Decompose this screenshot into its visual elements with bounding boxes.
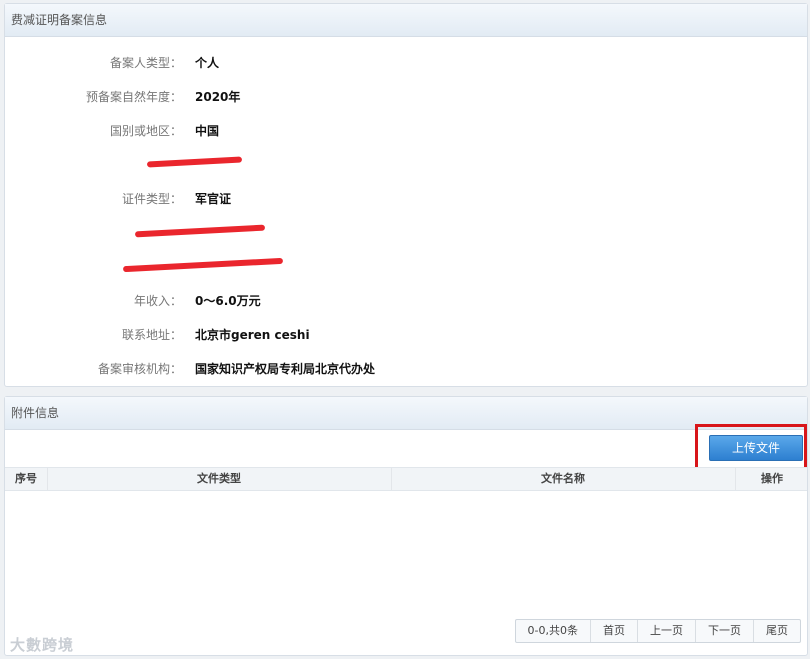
income-label: 年收入：: [133, 294, 182, 308]
filing-info-header: 费减证明备案信息: [5, 4, 807, 37]
next-page-button[interactable]: 下一页: [696, 620, 754, 642]
review-agency-row: 备案审核机构： 国家知识产权局专利局北京代办处: [5, 360, 807, 380]
filing-year-value: 2020年: [195, 90, 241, 104]
redaction-mark: [122, 257, 284, 273]
column-header-actions: 操作: [761, 472, 783, 485]
filer-type-label: 备案人类型：: [109, 56, 182, 70]
redaction-mark: [134, 224, 266, 238]
first-page-button[interactable]: 首页: [591, 620, 638, 642]
id-type-label: 证件类型：: [121, 192, 182, 206]
filing-info-panel: 费减证明备案信息 备案人类型： 个人 预备案自然年度： 2020年 国别或地区：…: [4, 3, 808, 387]
column-header-file-type[interactable]: 文件类型: [47, 468, 392, 490]
income-row: 年收入： 0～6.0万元: [5, 292, 807, 312]
pagination-summary: 0-0,共0条: [516, 620, 591, 642]
country-row: 国别或地区： 中国: [5, 122, 807, 142]
attachment-table-header: 序号 文件类型 文件名称 操作: [5, 467, 807, 491]
redacted-row-id-number: [5, 224, 807, 244]
redacted-row-name: [5, 156, 807, 176]
attachment-header: 附件信息: [5, 397, 807, 430]
country-label: 国别或地区：: [109, 124, 182, 138]
column-header-file-name[interactable]: 文件名称: [391, 468, 736, 490]
upload-file-button[interactable]: 上传文件: [709, 435, 803, 461]
id-type-row: 证件类型： 军官证: [5, 190, 807, 210]
review-agency-label: 备案审核机构：: [97, 362, 182, 376]
prev-page-button[interactable]: 上一页: [638, 620, 696, 642]
income-value: 0～6.0万元: [195, 294, 261, 308]
pagination: 0-0,共0条 首页 上一页 下一页 尾页: [514, 619, 801, 643]
review-agency-value: 国家知识产权局专利局北京代办处: [195, 362, 376, 376]
address-value: 北京市geren ceshi: [195, 328, 310, 342]
watermark-logo: 大數跨境: [10, 636, 75, 654]
address-label: 联系地址：: [121, 328, 182, 342]
attachment-panel: 附件信息 上传文件 序号 文件类型 文件名称 操作 0-0,共0条 首页 上一页…: [4, 396, 808, 656]
last-page-button[interactable]: 尾页: [754, 620, 800, 642]
filer-type-value: 个人: [195, 56, 220, 70]
filing-year-label: 预备案自然年度：: [85, 90, 182, 104]
filer-type-row: 备案人类型： 个人: [5, 54, 807, 74]
filing-year-row: 预备案自然年度： 2020年: [5, 88, 807, 108]
address-row: 联系地址： 北京市geren ceshi: [5, 326, 807, 346]
country-value: 中国: [195, 124, 220, 138]
redaction-mark: [146, 156, 243, 168]
redacted-row-phone: [5, 257, 807, 278]
column-header-index[interactable]: 序号: [5, 468, 48, 490]
id-type-value: 军官证: [195, 192, 232, 206]
